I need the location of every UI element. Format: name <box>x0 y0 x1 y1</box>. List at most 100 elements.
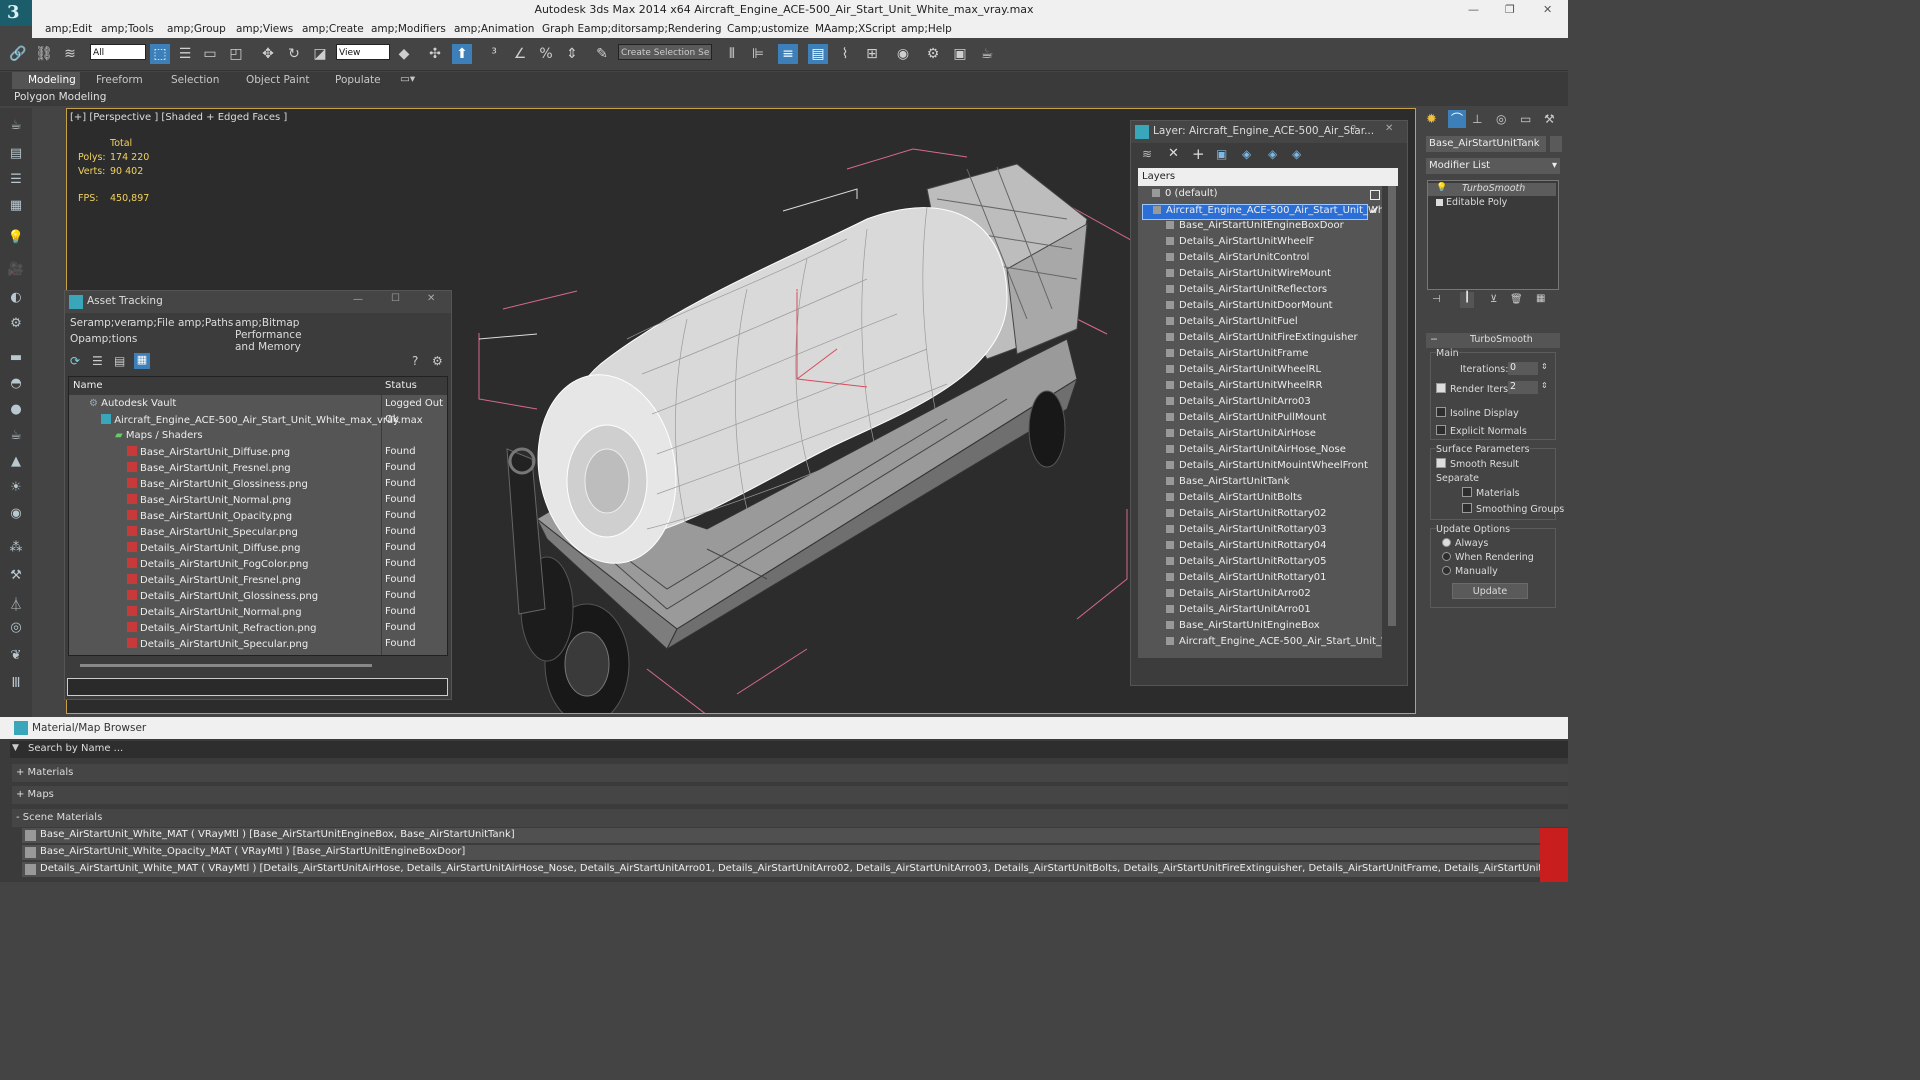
iterations-spinner[interactable]: 0 <box>1508 362 1538 375</box>
link-icon[interactable]: 🔗 <box>8 44 28 64</box>
ribbon-toggle-icon[interactable]: ▤ <box>808 44 828 64</box>
section-scene-materials[interactable]: - Scene Materials <box>12 809 1568 827</box>
motion-tab-icon[interactable]: ◎ <box>1496 112 1506 126</box>
ribbon-options-icon[interactable]: ▭▾ <box>400 73 415 85</box>
active-layer-check-icon[interactable]: ✔ <box>1370 204 1379 217</box>
menu-rendering[interactable]: amp;Rendering <box>641 23 721 35</box>
update-always-radio[interactable]: Always <box>1442 538 1488 549</box>
at-path-field[interactable] <box>67 678 448 696</box>
percent-snap-icon[interactable]: % <box>536 44 556 64</box>
layer-explorer-titlebar[interactable]: Layer: Aircraft_Engine_ACE-500_Air_Star.… <box>1131 121 1407 143</box>
table-row[interactable]: Base_AirStartUnit_Specular.png Found <box>69 524 447 540</box>
select-by-name-icon[interactable]: ☰ <box>175 44 195 64</box>
list-icon[interactable]: ☰ <box>6 172 26 190</box>
table-icon[interactable]: ▦ <box>6 198 26 216</box>
restore-button[interactable]: ❐ <box>1505 3 1515 16</box>
layer-object[interactable]: Base_AirStartUnitEngineBox <box>1166 620 1320 636</box>
sphere-icon[interactable]: ● <box>6 402 26 420</box>
table-row[interactable]: Details_AirStartUnit_Refraction.png Found <box>69 620 447 636</box>
layer-item-default[interactable]: 0 (default) <box>1152 188 1218 204</box>
spinner-snap-icon[interactable]: ⇕ <box>562 44 582 64</box>
rendered-frame-icon[interactable]: ▣ <box>950 44 970 64</box>
menu-create[interactable]: amp;Create <box>302 23 364 35</box>
mb-titlebar[interactable]: Material/Map Browser <box>0 717 1568 739</box>
utilities-tab-icon[interactable]: ⚒ <box>1544 112 1555 126</box>
menu-group[interactable]: amp;Group <box>167 23 226 35</box>
layer-object[interactable]: Details_AirStartUnitMouintWheelFront <box>1166 460 1368 476</box>
make-unique-icon[interactable]: ⊻ <box>1490 294 1497 305</box>
scale-icon[interactable]: ◪ <box>310 44 330 64</box>
remove-modifier-icon[interactable]: 🗑 <box>1510 294 1523 305</box>
hemisphere-icon[interactable]: ◓ <box>6 376 26 394</box>
layer-object[interactable]: Details_AirStartUnitFrame <box>1166 348 1308 364</box>
at-menu-server[interactable]: Seramp;ver <box>70 317 131 329</box>
table-row[interactable]: Details_AirStartUnit_Normal.png Found <box>69 604 447 620</box>
at-horizontal-scrollbar[interactable] <box>80 664 372 667</box>
layer-object[interactable]: Details_AirStartUnitArro02 <box>1166 588 1311 604</box>
menu-edit[interactable]: amp;Edit <box>45 23 92 35</box>
menu-help[interactable]: amp;Help <box>901 23 952 35</box>
mirror-icon[interactable]: ⫴ <box>722 44 742 64</box>
ribbon-tab-freeform[interactable]: Freeform <box>96 74 143 86</box>
keyboard-shortcut-icon[interactable]: ⬆ <box>452 44 472 64</box>
layer-object[interactable]: Details_AirStartUnitAirHose <box>1166 428 1316 444</box>
camera-icon[interactable]: 🎥 <box>6 262 26 280</box>
pivot-center-icon[interactable]: ◆ <box>394 44 414 64</box>
table-row[interactable]: Base_AirStartUnit_Opacity.png Found <box>69 508 447 524</box>
modifier-list-dropdown[interactable]: Modifier List ▾ <box>1426 158 1560 174</box>
angle-snap-icon[interactable]: ∠ <box>510 44 530 64</box>
move-icon[interactable]: ✥ <box>258 44 278 64</box>
layer-object[interactable]: Details_AirStartUnitRottary01 <box>1166 572 1327 588</box>
object-color-swatch[interactable] <box>1550 136 1562 152</box>
layer-object[interactable]: Aircraft_Engine_ACE-500_Air_Start_Unit_W… <box>1166 636 1382 652</box>
update-manually-radio[interactable]: Manually <box>1442 566 1498 577</box>
default-layer-visibility-toggle[interactable] <box>1370 190 1380 200</box>
menu-tools[interactable]: amp;Tools <box>101 23 154 35</box>
hide-all-icon[interactable]: ◈ <box>1292 147 1301 161</box>
tripod-icon[interactable]: ⏃ <box>6 594 26 613</box>
layer-scrollbar[interactable] <box>1388 186 1396 626</box>
table-row[interactable]: ▰ Maps / Shaders <box>69 428 447 444</box>
unlink-icon[interactable]: ⛓ <box>34 44 54 64</box>
asset-tracking-titlebar[interactable]: Asset Tracking — ☐ ✕ <box>65 291 451 313</box>
at-menu-file[interactable]: amp;File <box>130 317 174 329</box>
section-materials[interactable]: + Materials <box>12 764 1568 782</box>
modify-tab-icon[interactable]: ⌒ <box>1448 110 1466 128</box>
section-maps[interactable]: + Maps <box>12 786 1568 804</box>
new-layer-icon[interactable]: + <box>1192 145 1205 163</box>
align-icon[interactable]: ⊫ <box>748 44 768 64</box>
delete-layer-icon[interactable]: ✕ <box>1168 146 1179 161</box>
layer-object[interactable]: Details_AirStartUnitWireMount <box>1166 268 1331 284</box>
select-manipulate-icon[interactable]: ✣ <box>425 44 445 64</box>
schematic-view-icon[interactable]: ⊞ <box>862 44 882 64</box>
ribbon-tab-selection[interactable]: Selection <box>171 74 219 86</box>
refresh-icon[interactable]: ⟳ <box>70 354 80 368</box>
search-input[interactable]: Search by Name ... <box>28 743 123 754</box>
update-button[interactable]: Update <box>1452 583 1528 599</box>
at-close-button[interactable]: ✕ <box>427 293 435 304</box>
material-item[interactable]: Base_AirStartUnit_White_MAT ( VRayMtl ) … <box>22 828 1568 843</box>
globe-icon[interactable]: ◎ <box>6 620 26 638</box>
render-iters-checkbox[interactable]: Render Iters: <box>1436 383 1511 395</box>
layer-object[interactable]: Details_AirStartUnitWheelRR <box>1166 380 1322 396</box>
window-crossing-icon[interactable]: ◰ <box>226 44 246 64</box>
object-name-field[interactable]: Base_AirStartUnitTank <box>1426 136 1546 152</box>
reactor-icon[interactable]: ⚙ <box>6 316 26 334</box>
app-logo[interactable]: 3 <box>0 0 32 26</box>
layer-object[interactable]: Details_AirStartUnitArro03 <box>1166 396 1311 412</box>
table-row[interactable]: Details_AirStartUnit_Fresnel.png Found <box>69 572 447 588</box>
layer-object[interactable]: Details_AirStarUnitControl <box>1166 252 1309 268</box>
at-menu-options[interactable]: Opamp;tions <box>70 333 137 345</box>
snap-toggle-icon[interactable]: ³ <box>484 44 504 64</box>
highlight-layer-icon[interactable]: ◈ <box>1268 147 1277 161</box>
layer-object[interactable]: Details_AirStartUnitAirHose_Nose <box>1166 444 1346 460</box>
plant-icon[interactable]: ❦ <box>6 648 26 666</box>
layer-object[interactable]: Details_AirStartUnitBolts <box>1166 492 1302 508</box>
update-when-rendering-radio[interactable]: When Rendering <box>1442 552 1534 563</box>
list-view-icon[interactable]: ☰ <box>92 354 103 368</box>
turbosmooth-rollout-header[interactable]: − TurboSmooth <box>1426 333 1560 348</box>
pin-stack-icon[interactable]: ⊣ <box>1432 294 1441 305</box>
table-row[interactable]: Details_AirStartUnit_Diffuse.png Found <box>69 540 447 556</box>
teapot-icon[interactable]: ☕ <box>6 118 26 136</box>
teapot2-icon[interactable]: ☕ <box>6 428 26 446</box>
